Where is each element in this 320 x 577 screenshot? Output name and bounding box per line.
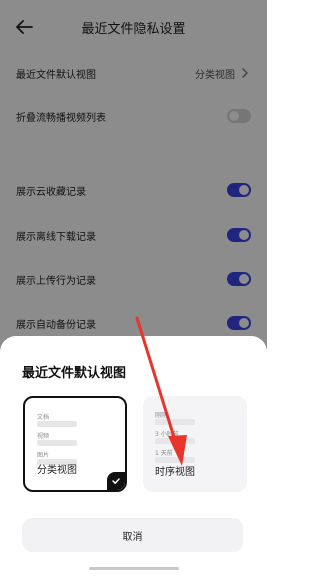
preview-bar — [37, 421, 77, 427]
option-label: 时序视图 — [155, 467, 195, 478]
option-label: 分类视图 — [37, 465, 77, 476]
bottom-sheet: 最近文件默认视图 文档 视频 图片 分类视图 刚刚 3 小时前 1 天前 时序视… — [0, 336, 267, 577]
preview-bar — [37, 440, 77, 446]
home-indicator — [89, 567, 179, 570]
preview-label: 刚刚 — [155, 412, 168, 419]
preview-label: 图片 — [37, 452, 50, 459]
preview-label: 1 天前 — [155, 450, 173, 457]
preview-bar — [155, 419, 195, 425]
view-option-category[interactable]: 文档 视频 图片 分类视图 — [23, 396, 127, 492]
cancel-button[interactable]: 取消 — [22, 518, 243, 552]
preview-bar — [155, 438, 195, 444]
selected-check-icon — [107, 472, 125, 490]
preview-label: 3 小时前 — [155, 431, 179, 438]
view-option-timeline[interactable]: 刚刚 3 小时前 1 天前 时序视图 — [143, 396, 247, 492]
sheet-title: 最近文件默认视图 — [22, 366, 127, 381]
preview-label: 文档 — [37, 414, 50, 421]
preview-label: 视频 — [37, 433, 50, 440]
